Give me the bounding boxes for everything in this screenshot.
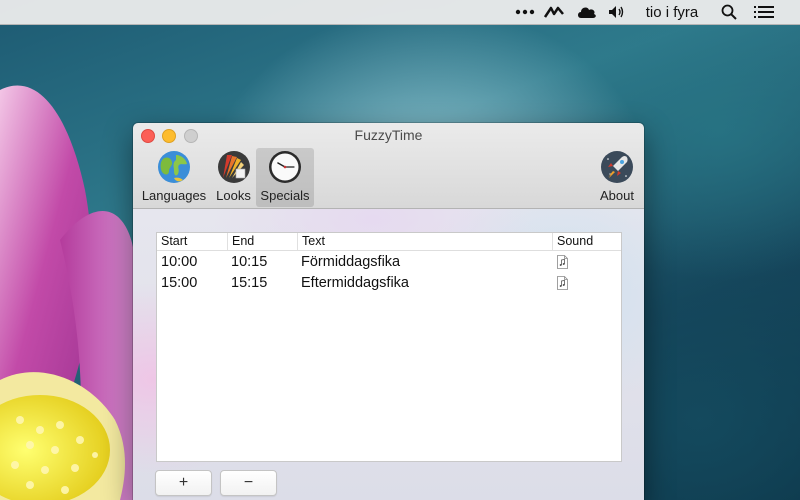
- tab-specials-label: Specials: [260, 188, 310, 203]
- column-text[interactable]: Text: [297, 233, 552, 250]
- column-sound[interactable]: Sound: [552, 233, 621, 250]
- window-title: FuzzyTime: [354, 127, 423, 143]
- remove-button[interactable]: −: [220, 470, 277, 496]
- row-start[interactable]: 10:00: [161, 252, 197, 273]
- clock-icon: [269, 151, 301, 183]
- tab-looks-label: Looks: [216, 188, 251, 203]
- row-text[interactable]: Förmiddagsfika: [301, 252, 400, 273]
- column-start[interactable]: Start: [157, 233, 227, 250]
- title-bar: FuzzyTime Languages Looks Specials About: [133, 123, 644, 209]
- row-start[interactable]: 15:00: [161, 273, 197, 294]
- row-end[interactable]: 15:15: [231, 273, 267, 294]
- list-icon[interactable]: [752, 0, 776, 24]
- sound-file-icon[interactable]: [557, 276, 568, 290]
- column-end[interactable]: End: [227, 233, 297, 250]
- tab-looks[interactable]: Looks: [211, 148, 256, 207]
- volume-icon[interactable]: [607, 0, 627, 24]
- add-button[interactable]: +: [155, 470, 212, 496]
- palette-icon: [217, 151, 250, 183]
- more-icon[interactable]: [514, 0, 536, 24]
- cloud-icon[interactable]: [575, 0, 599, 24]
- table-header: Start End Text Sound: [157, 233, 621, 251]
- tab-about-label: About: [600, 188, 634, 203]
- desktop: tio i fyra FuzzyTime Languages Looks Spe…: [0, 0, 800, 500]
- clock-text[interactable]: tio i fyra: [640, 0, 704, 24]
- activity-icon[interactable]: [543, 0, 565, 24]
- row-text[interactable]: Eftermiddagsfika: [301, 273, 409, 294]
- tab-languages-label: Languages: [141, 188, 207, 203]
- tab-specials[interactable]: Specials: [256, 148, 314, 207]
- tab-about[interactable]: About: [595, 148, 639, 207]
- specials-table[interactable]: Start End Text Sound 10:00 10:15 Förmidd…: [156, 232, 622, 462]
- specials-panel: Start End Text Sound 10:00 10:15 Förmidd…: [133, 209, 644, 500]
- menu-bar: tio i fyra: [0, 0, 800, 25]
- globe-icon: [158, 151, 190, 183]
- tab-languages[interactable]: Languages: [139, 148, 209, 207]
- table-row[interactable]: 10:00 10:15 Förmiddagsfika: [157, 252, 621, 273]
- fuzzytime-window: FuzzyTime Languages Looks Specials About…: [133, 123, 644, 500]
- rocket-icon: [601, 151, 633, 183]
- row-end[interactable]: 10:15: [231, 252, 267, 273]
- sound-file-icon[interactable]: [557, 255, 568, 269]
- table-row[interactable]: 15:00 15:15 Eftermiddagsfika: [157, 273, 621, 294]
- search-icon[interactable]: [718, 0, 740, 24]
